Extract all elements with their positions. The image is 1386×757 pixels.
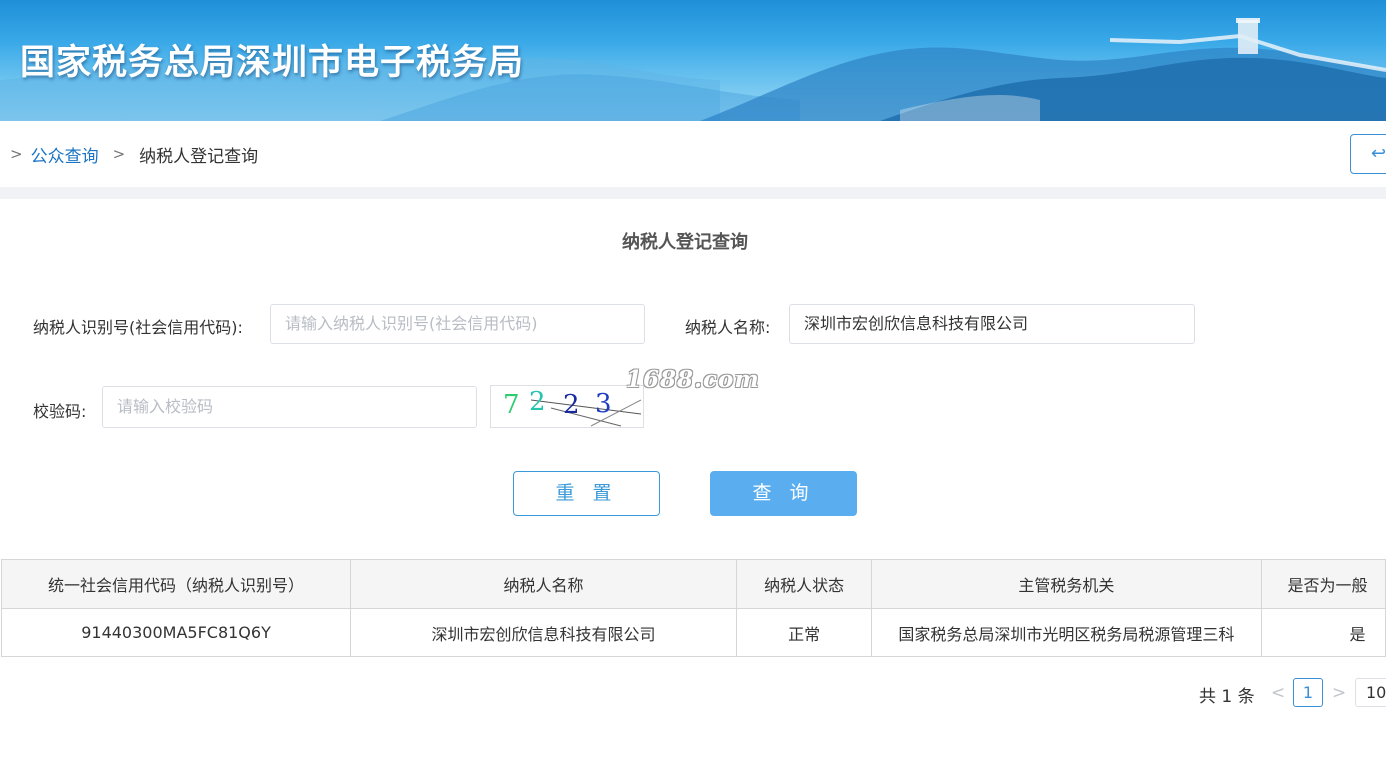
cell-taxpayer-name: 深圳市宏创欣信息科技有限公司 bbox=[350, 608, 737, 657]
cell-status: 正常 bbox=[735, 608, 873, 657]
column-header-tax-authority: 主管税务机关 bbox=[871, 559, 1262, 609]
site-title: 国家税务总局深圳市电子税务局 bbox=[20, 43, 525, 83]
watermark-text: 1688.com bbox=[626, 366, 760, 393]
taxid-label: 纳税人识别号(社会信用代码): bbox=[33, 318, 243, 337]
breadcrumb-current: 纳税人登记查询 bbox=[139, 146, 259, 167]
captcha-char: 7 bbox=[503, 390, 520, 420]
column-header-status: 纳税人状态 bbox=[735, 559, 873, 609]
cell-credit-code: 91440300MA5FC81Q6Y bbox=[0, 608, 352, 657]
pagination-page-button[interactable]: 1 bbox=[1293, 678, 1323, 707]
table-header-row: 统一社会信用代码（纳税人识别号） 纳税人名称 纳税人状态 主管税务机关 是否为一… bbox=[0, 559, 1386, 609]
section-divider bbox=[0, 187, 1386, 199]
column-header-credit-code: 统一社会信用代码（纳税人识别号） bbox=[0, 559, 352, 609]
page-title: 纳税人登记查询 bbox=[622, 232, 748, 253]
back-button[interactable]: ↩ bbox=[1350, 134, 1386, 174]
breadcrumb-separator: > bbox=[10, 145, 23, 163]
query-button[interactable]: 查 询 bbox=[710, 471, 857, 516]
captcha-label: 校验码: bbox=[33, 402, 87, 421]
table-row[interactable]: 91440300MA5FC81Q6Y 深圳市宏创欣信息科技有限公司 正常 国家税… bbox=[0, 608, 1386, 657]
captcha-char: 2 bbox=[563, 390, 580, 420]
page-size-select[interactable]: 10 bbox=[1355, 678, 1386, 707]
chevron-left-icon[interactable]: < bbox=[1271, 683, 1285, 703]
breadcrumb-separator: > bbox=[112, 145, 126, 163]
captcha-input[interactable]: 请输入校验码 bbox=[102, 386, 477, 428]
results-table: 统一社会信用代码（纳税人识别号） 纳税人名称 纳税人状态 主管税务机关 是否为一… bbox=[0, 559, 1386, 657]
reset-button[interactable]: 重 置 bbox=[513, 471, 660, 516]
captcha-image[interactable]: 7 2 2 3 bbox=[490, 385, 644, 428]
breadcrumb: > 公众查询 > 纳税人登记查询 ↩ bbox=[0, 121, 1386, 187]
chevron-right-icon[interactable]: > bbox=[1332, 683, 1346, 703]
captcha-char: 3 bbox=[595, 389, 612, 419]
pagination-total: 共 1 条 bbox=[1199, 687, 1255, 707]
taxpayer-name-input[interactable]: 深圳市宏创欣信息科技有限公司 bbox=[789, 304, 1195, 344]
cell-tax-authority: 国家税务总局深圳市光明区税务局税源管理三科 bbox=[871, 608, 1262, 657]
return-arrow-icon: ↩ bbox=[1371, 143, 1386, 164]
column-header-general-taxpayer: 是否为一般 bbox=[1260, 559, 1386, 609]
captcha-char: 2 bbox=[529, 387, 546, 417]
column-header-taxpayer-name: 纳税人名称 bbox=[350, 559, 737, 609]
cell-general-taxpayer: 是 bbox=[1260, 608, 1386, 657]
header-banner: 国家税务总局深圳市电子税务局 bbox=[0, 0, 1386, 121]
taxpayer-name-label: 纳税人名称: bbox=[685, 318, 771, 337]
breadcrumb-link-public-query[interactable]: 公众查询 bbox=[31, 142, 99, 167]
taxid-input[interactable]: 请输入纳税人识别号(社会信用代码) bbox=[270, 304, 645, 344]
